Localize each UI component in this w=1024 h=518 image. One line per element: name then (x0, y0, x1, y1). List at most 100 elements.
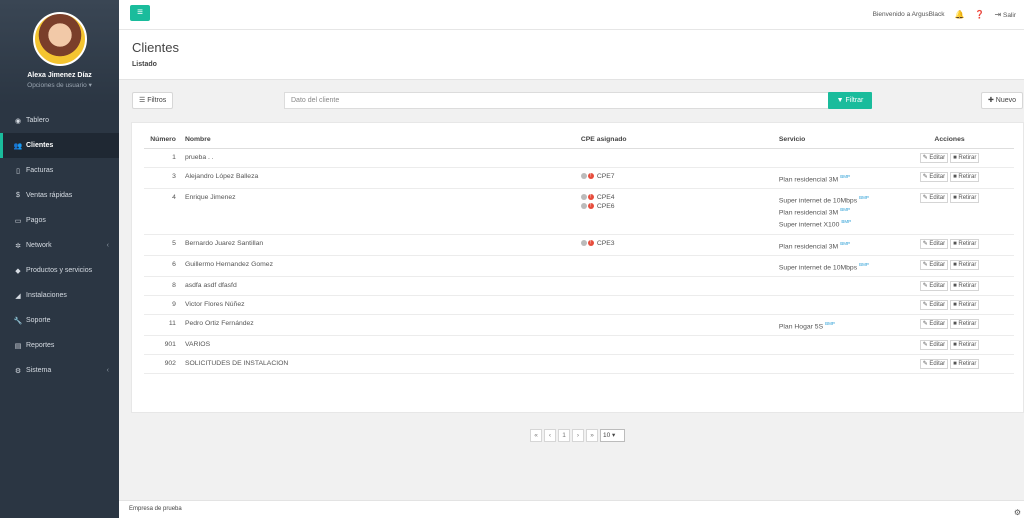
service-label: Plan Hogar 5S (778, 323, 824, 331)
edit-button[interactable]: ✎ Editar (919, 259, 949, 270)
table-header-row: Número Nombre CPE asignado Servicio Acci… (144, 131, 1014, 149)
bmp-badge[interactable]: BMP (840, 174, 850, 179)
client-number: 901 (144, 335, 182, 356)
sidebar-item-instalaciones[interactable]: ◢ Instalaciones (0, 283, 119, 308)
remove-button[interactable]: ■ Retirar (950, 359, 980, 370)
tag-icon: ◆ (15, 267, 21, 275)
sidebar-menu: ◉ Tablero 👥 Clientes ▯ Facturas $ Ventas rápida… (0, 108, 119, 383)
service-label: Super internet de 10Mbps (778, 197, 858, 205)
cpe-item[interactable]: ! CPE3 (580, 239, 773, 248)
remove-button[interactable]: ■ Retirar (950, 238, 980, 249)
edit-button[interactable]: ✎ Editar (919, 238, 949, 249)
page-button[interactable]: 1 (558, 429, 570, 442)
money-icon: ▭ (14, 217, 22, 225)
bmp-badge[interactable]: BMP (841, 219, 851, 224)
service-item: Plan Hogar 5S BMP (779, 319, 882, 331)
next-page-button[interactable]: › (572, 429, 584, 442)
remove-button[interactable]: ■ Retirar (950, 192, 980, 203)
col-number[interactable]: Número (144, 131, 182, 149)
cpe-item[interactable]: ! CPE6 (580, 202, 773, 211)
logout-link[interactable]: ⇥ Salir (994, 10, 1016, 19)
client-name: Bernardo Juarez Santillan (181, 234, 578, 256)
edit-button[interactable]: ✎ Editar (919, 319, 949, 330)
filter-submit-button[interactable]: ▼ Filtrar (828, 92, 872, 109)
sidebar-item-tablero[interactable]: ◉ Tablero (0, 108, 119, 133)
bmp-badge[interactable]: BMP (859, 262, 869, 267)
sidebar-item-soporte[interactable]: 🔧 Soporte (0, 308, 119, 333)
bmp-badge[interactable]: BMP (825, 321, 835, 326)
sidebar-item-ventas-r-pidas[interactable]: $ Ventas rápidas (0, 183, 119, 208)
remove-button[interactable]: ■ Retirar (950, 300, 980, 311)
per-page-select[interactable]: 10 ▾ (600, 429, 625, 442)
client-number: 9 (144, 295, 182, 316)
edit-button[interactable]: ✎ Editar (919, 152, 949, 163)
service-label: Super internet de 10Mbps (778, 264, 858, 272)
client-cpe-cell (577, 148, 776, 168)
remove-button[interactable]: ■ Retirar (950, 281, 980, 292)
edit-button[interactable]: ✎ Editar (919, 340, 949, 351)
cpe-label: CPE3 (596, 239, 615, 247)
settings-icon[interactable]: ⚙ (1014, 504, 1021, 518)
sidebar-item-label: Tablero (26, 117, 49, 124)
topbar: ≡ Bienvenido a ArgusBlack 🔔 ❓ ⇥ Salir (119, 0, 1024, 30)
service-item: Super internet de 10Mbps BMP (779, 260, 882, 272)
client-cpe-cell (577, 276, 776, 297)
device-icon (580, 172, 587, 179)
prev-page-button[interactable]: ‹ (544, 429, 556, 442)
client-service-cell: Super internet de 10Mbps BMP (775, 255, 886, 278)
remove-button[interactable]: ■ Retirar (950, 259, 980, 270)
sidebar-item-facturas[interactable]: ▯ Facturas (0, 158, 119, 183)
sidebar-item-sistema[interactable]: ⚙ Sistema ‹ (0, 358, 119, 383)
footer: Empresa de prueba ⚙ (119, 500, 1024, 518)
user-options-dropdown[interactable]: Opciones de usuario ▾ (0, 81, 119, 89)
client-number: 4 (144, 188, 182, 235)
sidebar-item-pagos[interactable]: ▭ Pagos (0, 208, 119, 233)
client-cpe-cell (577, 295, 776, 316)
actions-cell: ✎ Editar ■ Retirar (885, 234, 1014, 256)
remove-button[interactable]: ■ Retirar (950, 319, 980, 330)
sidebar-item-productos-y-servicios[interactable]: ◆ Productos y servicios (0, 258, 119, 283)
remove-button[interactable]: ■ Retirar (950, 152, 980, 163)
sidebar-item-label: Network (26, 242, 52, 249)
help-icon[interactable]: ❓ (975, 10, 985, 19)
new-client-button[interactable]: ✚ Nuevo (980, 92, 1023, 109)
client-search-input[interactable]: Dato del cliente (284, 92, 829, 109)
client-name: prueba . . (181, 148, 578, 168)
client-cpe-cell (577, 335, 776, 356)
bell-icon[interactable]: 🔔 (955, 10, 965, 19)
edit-button[interactable]: ✎ Editar (919, 300, 949, 311)
book-icon: ▤ (14, 342, 22, 350)
sidebar-item-label: Productos y servicios (26, 267, 93, 274)
network-icon: ✲ (15, 242, 21, 250)
edit-button[interactable]: ✎ Editar (919, 359, 949, 370)
filters-button[interactable]: ☰ Filtros (132, 92, 174, 109)
bmp-badge[interactable]: BMP (859, 195, 869, 200)
first-page-button[interactable]: « (530, 429, 542, 442)
edit-button[interactable]: ✎ Editar (919, 192, 949, 203)
sidebar-item-clientes[interactable]: 👥 Clientes (0, 133, 119, 158)
cpe-item[interactable]: ! CPE7 (580, 172, 773, 181)
page-header: Clientes Listado (119, 30, 1024, 80)
last-page-button[interactable]: » (586, 429, 598, 442)
alert-icon: ! (587, 172, 594, 179)
edit-button[interactable]: ✎ Editar (919, 281, 949, 292)
col-name[interactable]: Nombre (181, 131, 578, 149)
sidebar-item-reportes[interactable]: ▤ Reportes (0, 333, 119, 358)
edit-button[interactable]: ✎ Editar (919, 171, 949, 182)
cpe-item[interactable]: ! CPE4 (580, 193, 773, 202)
client-service-cell: Super internet de 10Mbps BMP Plan residenc… (775, 188, 886, 235)
device-icon (580, 193, 587, 200)
bmp-badge[interactable]: BMP (840, 241, 850, 246)
client-number: 902 (144, 354, 182, 375)
remove-button[interactable]: ■ Retirar (950, 340, 980, 351)
menu-toggle-button[interactable]: ≡ (130, 5, 150, 21)
actions-cell: ✎ Editar ■ Retirar (885, 295, 1014, 316)
client-cpe-cell: ! CPE3 (577, 234, 776, 256)
client-number: 11 (144, 314, 182, 337)
sidebar-item-network[interactable]: ✲ Network ‹ (0, 233, 119, 258)
alert-icon: ! (587, 202, 594, 209)
avatar[interactable] (32, 12, 87, 66)
remove-button[interactable]: ■ Retirar (950, 171, 980, 182)
bmp-badge[interactable]: BMP (840, 207, 850, 212)
pagination: « ‹ 1 › » 10 ▾ (530, 429, 625, 442)
